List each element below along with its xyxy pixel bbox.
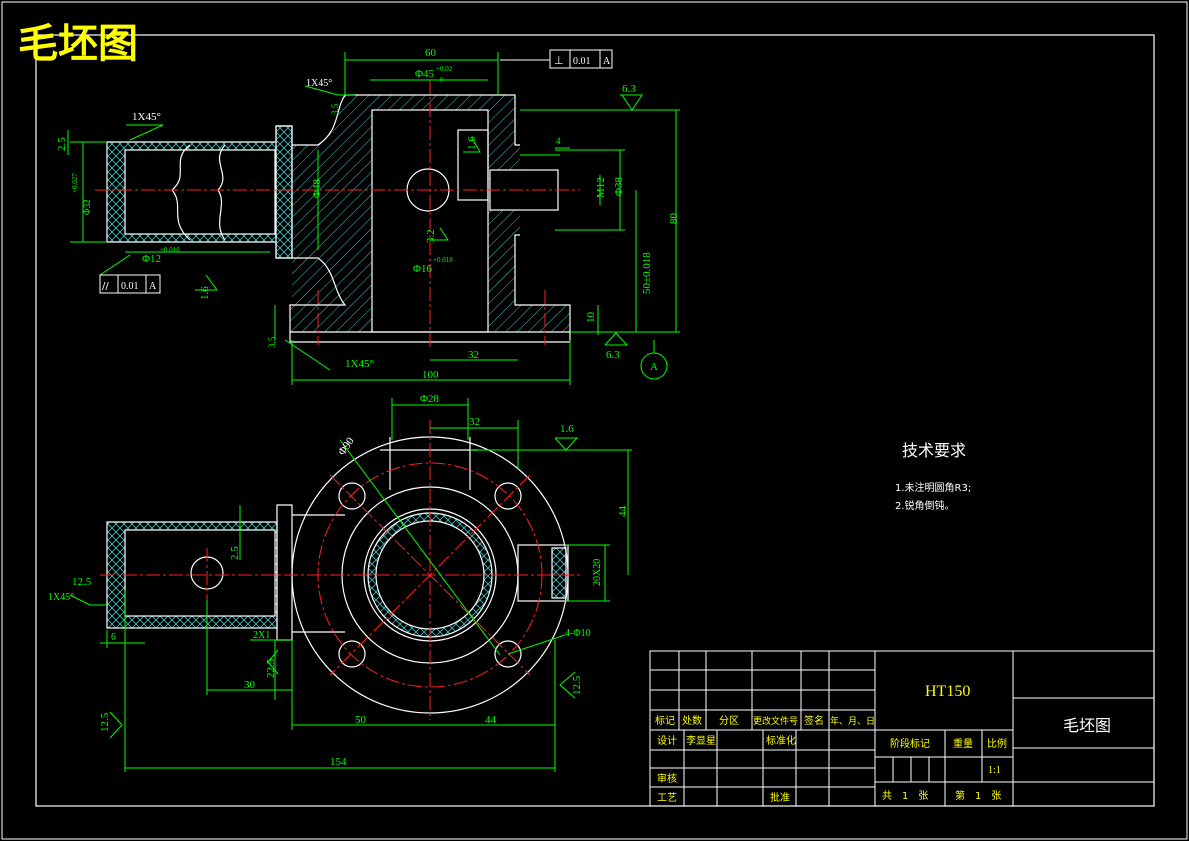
dim-2-5: 2.5 [56,137,68,151]
tol-frame-left: // 0.01 A [99,274,161,294]
tol-left-value: 0.01 [121,281,139,292]
top-boss [380,437,478,490]
dim-d32-left-tol: +0.027 [71,173,79,193]
tech-req-item-2: 2.锐角倒钝。 [895,499,955,512]
dim-60: 60 [425,47,437,59]
dim-b30: 30 [244,679,256,691]
dim-20x20: 20X20 [592,559,603,586]
dim-10: 10 [585,312,597,324]
dim-50: 50±0.018 [641,252,653,294]
dim-12-5-left: 12.5 [72,576,92,588]
left-neck-hatch [275,125,293,259]
datum-label: A [650,361,658,373]
tb-material: HT150 [925,683,970,700]
dim-3-5-bot: 3.5 [267,336,277,348]
tb-h-mark: 标记 [655,715,675,727]
dim-6-3-top: 6.3 [622,83,636,95]
dim-12-5-bl: 12.5 [99,712,111,732]
dim-d16-tol: +0.018 [433,256,453,264]
dim-m12: M12 [595,177,607,198]
outer-border [1,1,1188,840]
tb-designer: 李显星 [686,734,716,747]
dim-3-5-top: 3.5 [330,103,340,115]
tech-requirements: 技术要求 1.未注明圆角R3; 2.锐角倒钝。 [895,441,971,512]
dim-80: 80 [668,213,680,225]
dim-6-3-bot: 6.3 [606,349,620,361]
dim-d90: Φ90 [336,435,357,458]
tb-approve-label: 批准 [770,791,790,804]
tb-h-zone: 分区 [719,715,739,727]
dim-4: 4 [556,136,561,146]
dim-d12: Φ12 [142,253,161,265]
tol-top-datum: A [603,56,611,67]
tb-process-label: 工艺 [657,792,677,804]
tech-req-title: 技术要求 [902,441,966,460]
tb-h-change: 更改文件号 [753,715,798,727]
dim-4xd10: 4-Φ10 [565,628,591,639]
tb-h-date: 年、月、日 [830,715,875,727]
tb-scale-value: 1:1 [988,765,1001,776]
tb-stage-label: 阶段标记 [890,737,930,750]
dim-b32: 32 [469,416,480,428]
tol-frame-top: ⊥ 0.01 A [500,49,613,69]
dim-3-2: 3.2 [425,229,437,243]
dim-d45-tol: +0.02 [436,65,453,73]
top-view [106,94,571,343]
dim-44-v: 44 [617,506,629,518]
dim-d12-tol: +0.018 [160,246,180,254]
dim-12-5-br: 12.5 [571,675,583,695]
tb-sheet-no: 第 1 张 [955,789,1001,802]
cad-drawing: 毛坯图 60 Φ45 +0.02 0 1X45° 3.5 Φ48 1.6 3.2… [1,1,1188,840]
tb-review-label: 审核 [657,772,677,785]
dim-d32-left: Φ32 [82,199,92,215]
tol-top-value: 0.01 [573,56,591,67]
dim-1x45-b: 1X45° [48,592,74,603]
dim-2x1: 2X1 [253,630,270,641]
tb-drawing-name: 毛坯图 [1063,716,1111,735]
dim-1-6-a: 1.6 [466,136,478,150]
dim-d48: Φ48 [311,178,323,198]
tech-req-item-1: 1.未注明圆角R3; [895,481,971,494]
bolt-hole-3 [338,640,366,668]
right-port-slot [551,547,567,599]
dim-b50: 50 [355,714,367,726]
tol-left-datum: A [149,281,157,292]
dim-d45: Φ45 [415,68,435,80]
dim-b6: 6 [111,632,116,643]
tb-weight-label: 重量 [953,737,973,750]
tb-sheet-total: 共 1 张 [882,790,928,802]
dim-100: 100 [422,369,439,381]
dim-22-5: 22.5 [265,658,277,678]
dim-154: 154 [330,756,347,768]
banner-title: 毛坯图 [18,21,138,66]
dim-b1-6: 1.6 [560,423,574,435]
dim-1x45-left: 1X45° [132,111,161,123]
dim-32: 32 [468,349,479,361]
left-bore [124,149,276,235]
left-arm-bore [124,529,276,617]
dim-1-6-b: 1.6 [199,286,211,300]
tol-top-symbol: ⊥ [554,54,564,67]
tb-h-count: 处数 [682,714,702,727]
left-flange [276,504,293,641]
dim-1x45-bot: 1X45° [345,358,374,370]
tb-scale-label: 比例 [987,737,1007,750]
dim-d16: Φ16 [413,263,433,275]
title-block-text: HT150 毛坯图 标记 处数 分区 更改文件号 签名 年、月、日 设计 李显星… [655,683,1111,804]
dim-b2-5: 2.5 [229,546,241,560]
dim-d28: Φ28 [420,393,440,405]
dim-d38: Φ38 [613,176,625,196]
tol-left-symbol: // [102,281,109,292]
tb-h-sign: 签名 [804,714,824,727]
dim-1x45-top: 1X45° [306,78,332,89]
dim-44-h: 44 [485,714,497,726]
right-port [489,169,559,211]
tb-design-label: 设计 [657,734,677,747]
dim-d45-tol-low: 0 [440,76,444,84]
tb-standard-label: 标准化 [766,734,796,747]
